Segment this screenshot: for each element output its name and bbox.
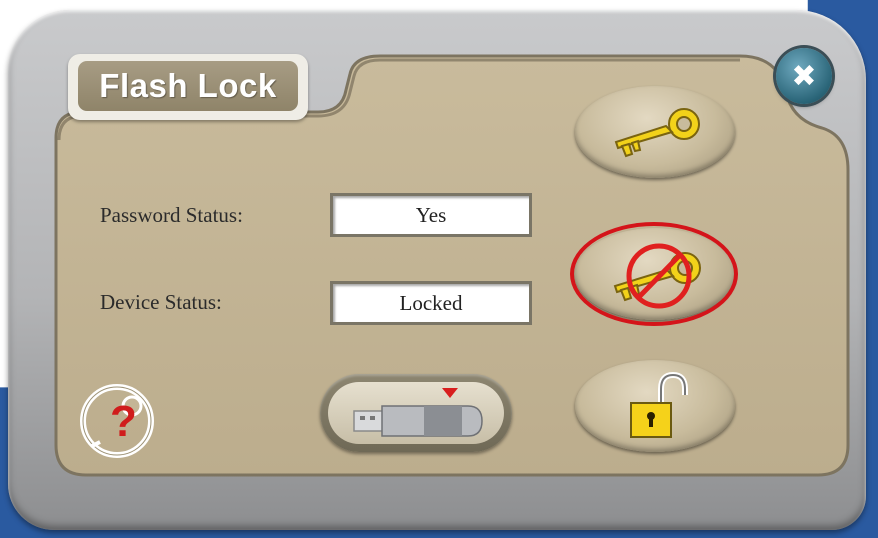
- highlight-annotation-circle: [570, 222, 738, 326]
- device-status-label: Device Status:: [100, 290, 222, 314]
- help-icon: ?: [80, 384, 154, 458]
- close-button[interactable]: ✖: [776, 48, 832, 104]
- password-status-label: Password Status:: [100, 203, 243, 227]
- key-icon: [614, 108, 700, 158]
- set-password-button[interactable]: [575, 86, 735, 178]
- window-title: Flash Lock: [78, 61, 298, 111]
- unlock-button[interactable]: [575, 360, 735, 452]
- device-status-value: Locked: [330, 281, 532, 325]
- usb-drive-icon: [353, 388, 483, 437]
- svg-text:?: ?: [110, 397, 137, 446]
- padlock-open-icon: [630, 371, 688, 438]
- close-icon: ✖: [791, 58, 817, 94]
- password-status-value: Yes: [330, 193, 532, 237]
- help-button[interactable]: ?: [78, 384, 156, 458]
- usb-device-button[interactable]: [320, 374, 512, 452]
